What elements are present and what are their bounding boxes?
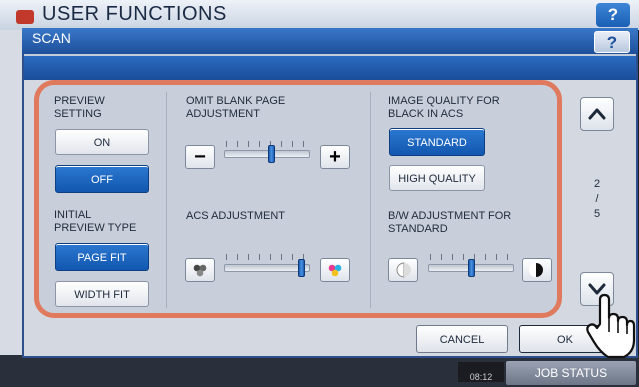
width-fit-button[interactable]: WIDTH FIT (55, 281, 149, 307)
heading-line: BLACK IN ACS (388, 108, 464, 120)
chevron-up-icon (588, 108, 606, 120)
acs-slider-handle[interactable] (297, 259, 305, 277)
heading-line: OMIT BLANK PAGE (186, 95, 286, 107)
color-dots-icon (328, 264, 342, 277)
page-fit-button[interactable]: PAGE FIT (55, 243, 149, 271)
high-quality-button[interactable]: HIGH QUALITY (389, 165, 485, 191)
half-moon-light-icon (396, 262, 411, 278)
clock-time: 08:12 (469, 372, 493, 382)
dialog-band (24, 56, 636, 80)
acs-adjustment-heading: ACS ADJUSTMENT (186, 210, 286, 222)
heading-line: INITIAL (54, 209, 92, 221)
page-current: 2 (593, 178, 601, 190)
heading-line: ADJUSTMENT (186, 108, 260, 120)
cancel-button[interactable]: CANCEL (416, 325, 508, 353)
page-separator: / (595, 193, 599, 205)
initial-preview-heading: INITIAL PREVIEW TYPE (54, 209, 136, 235)
bw-slider-handle[interactable] (467, 259, 475, 277)
page-total: 5 (593, 208, 601, 220)
image-quality-heading: IMAGE QUALITY FOR BLACK IN ACS (388, 95, 500, 121)
column-divider (166, 92, 167, 308)
heading-line: STANDARD (388, 223, 448, 235)
clock: 08:12 (458, 362, 504, 382)
heading-line: PREVIEW (54, 95, 105, 107)
acs-more-color-button[interactable] (320, 258, 350, 282)
hand-pointer-icon (586, 293, 636, 359)
grayscale-dots-icon (193, 264, 207, 277)
app-logo-icon (16, 10, 34, 24)
bw-adjustment-heading: B/W ADJUSTMENT FOR STANDARD (388, 210, 511, 236)
bw-darker-button[interactable] (522, 258, 552, 282)
dialog-title-bar (22, 28, 638, 54)
job-status-button[interactable]: JOB STATUS (506, 361, 636, 385)
bw-lighter-button[interactable] (388, 258, 418, 282)
dialog-help-button[interactable]: ? (594, 31, 630, 53)
omit-blank-slider-handle[interactable] (267, 145, 275, 163)
heading-line: B/W ADJUSTMENT FOR (388, 210, 512, 222)
standard-quality-button[interactable]: STANDARD (389, 128, 485, 156)
half-moon-dark-icon (529, 263, 543, 277)
omit-blank-plus-button[interactable]: + (320, 145, 350, 169)
preview-off-button[interactable]: OFF (55, 165, 149, 193)
page-up-button[interactable] (580, 97, 614, 131)
acs-less-color-button[interactable] (185, 258, 215, 282)
heading-line: SETTING (54, 108, 102, 120)
omit-blank-minus-button[interactable]: − (185, 145, 215, 169)
preview-on-button[interactable]: ON (55, 129, 149, 155)
omit-blank-heading: OMIT BLANK PAGE ADJUSTMENT (186, 95, 285, 121)
heading-line: PREVIEW TYPE (54, 222, 137, 234)
dialog-title: SCAN (32, 30, 71, 46)
heading-line: IMAGE QUALITY FOR (388, 95, 500, 107)
column-divider (370, 92, 371, 308)
background-title: USER FUNCTIONS (42, 3, 227, 25)
background-help-button[interactable]: ? (596, 3, 630, 27)
preview-setting-heading: PREVIEW SETTING (54, 95, 105, 121)
